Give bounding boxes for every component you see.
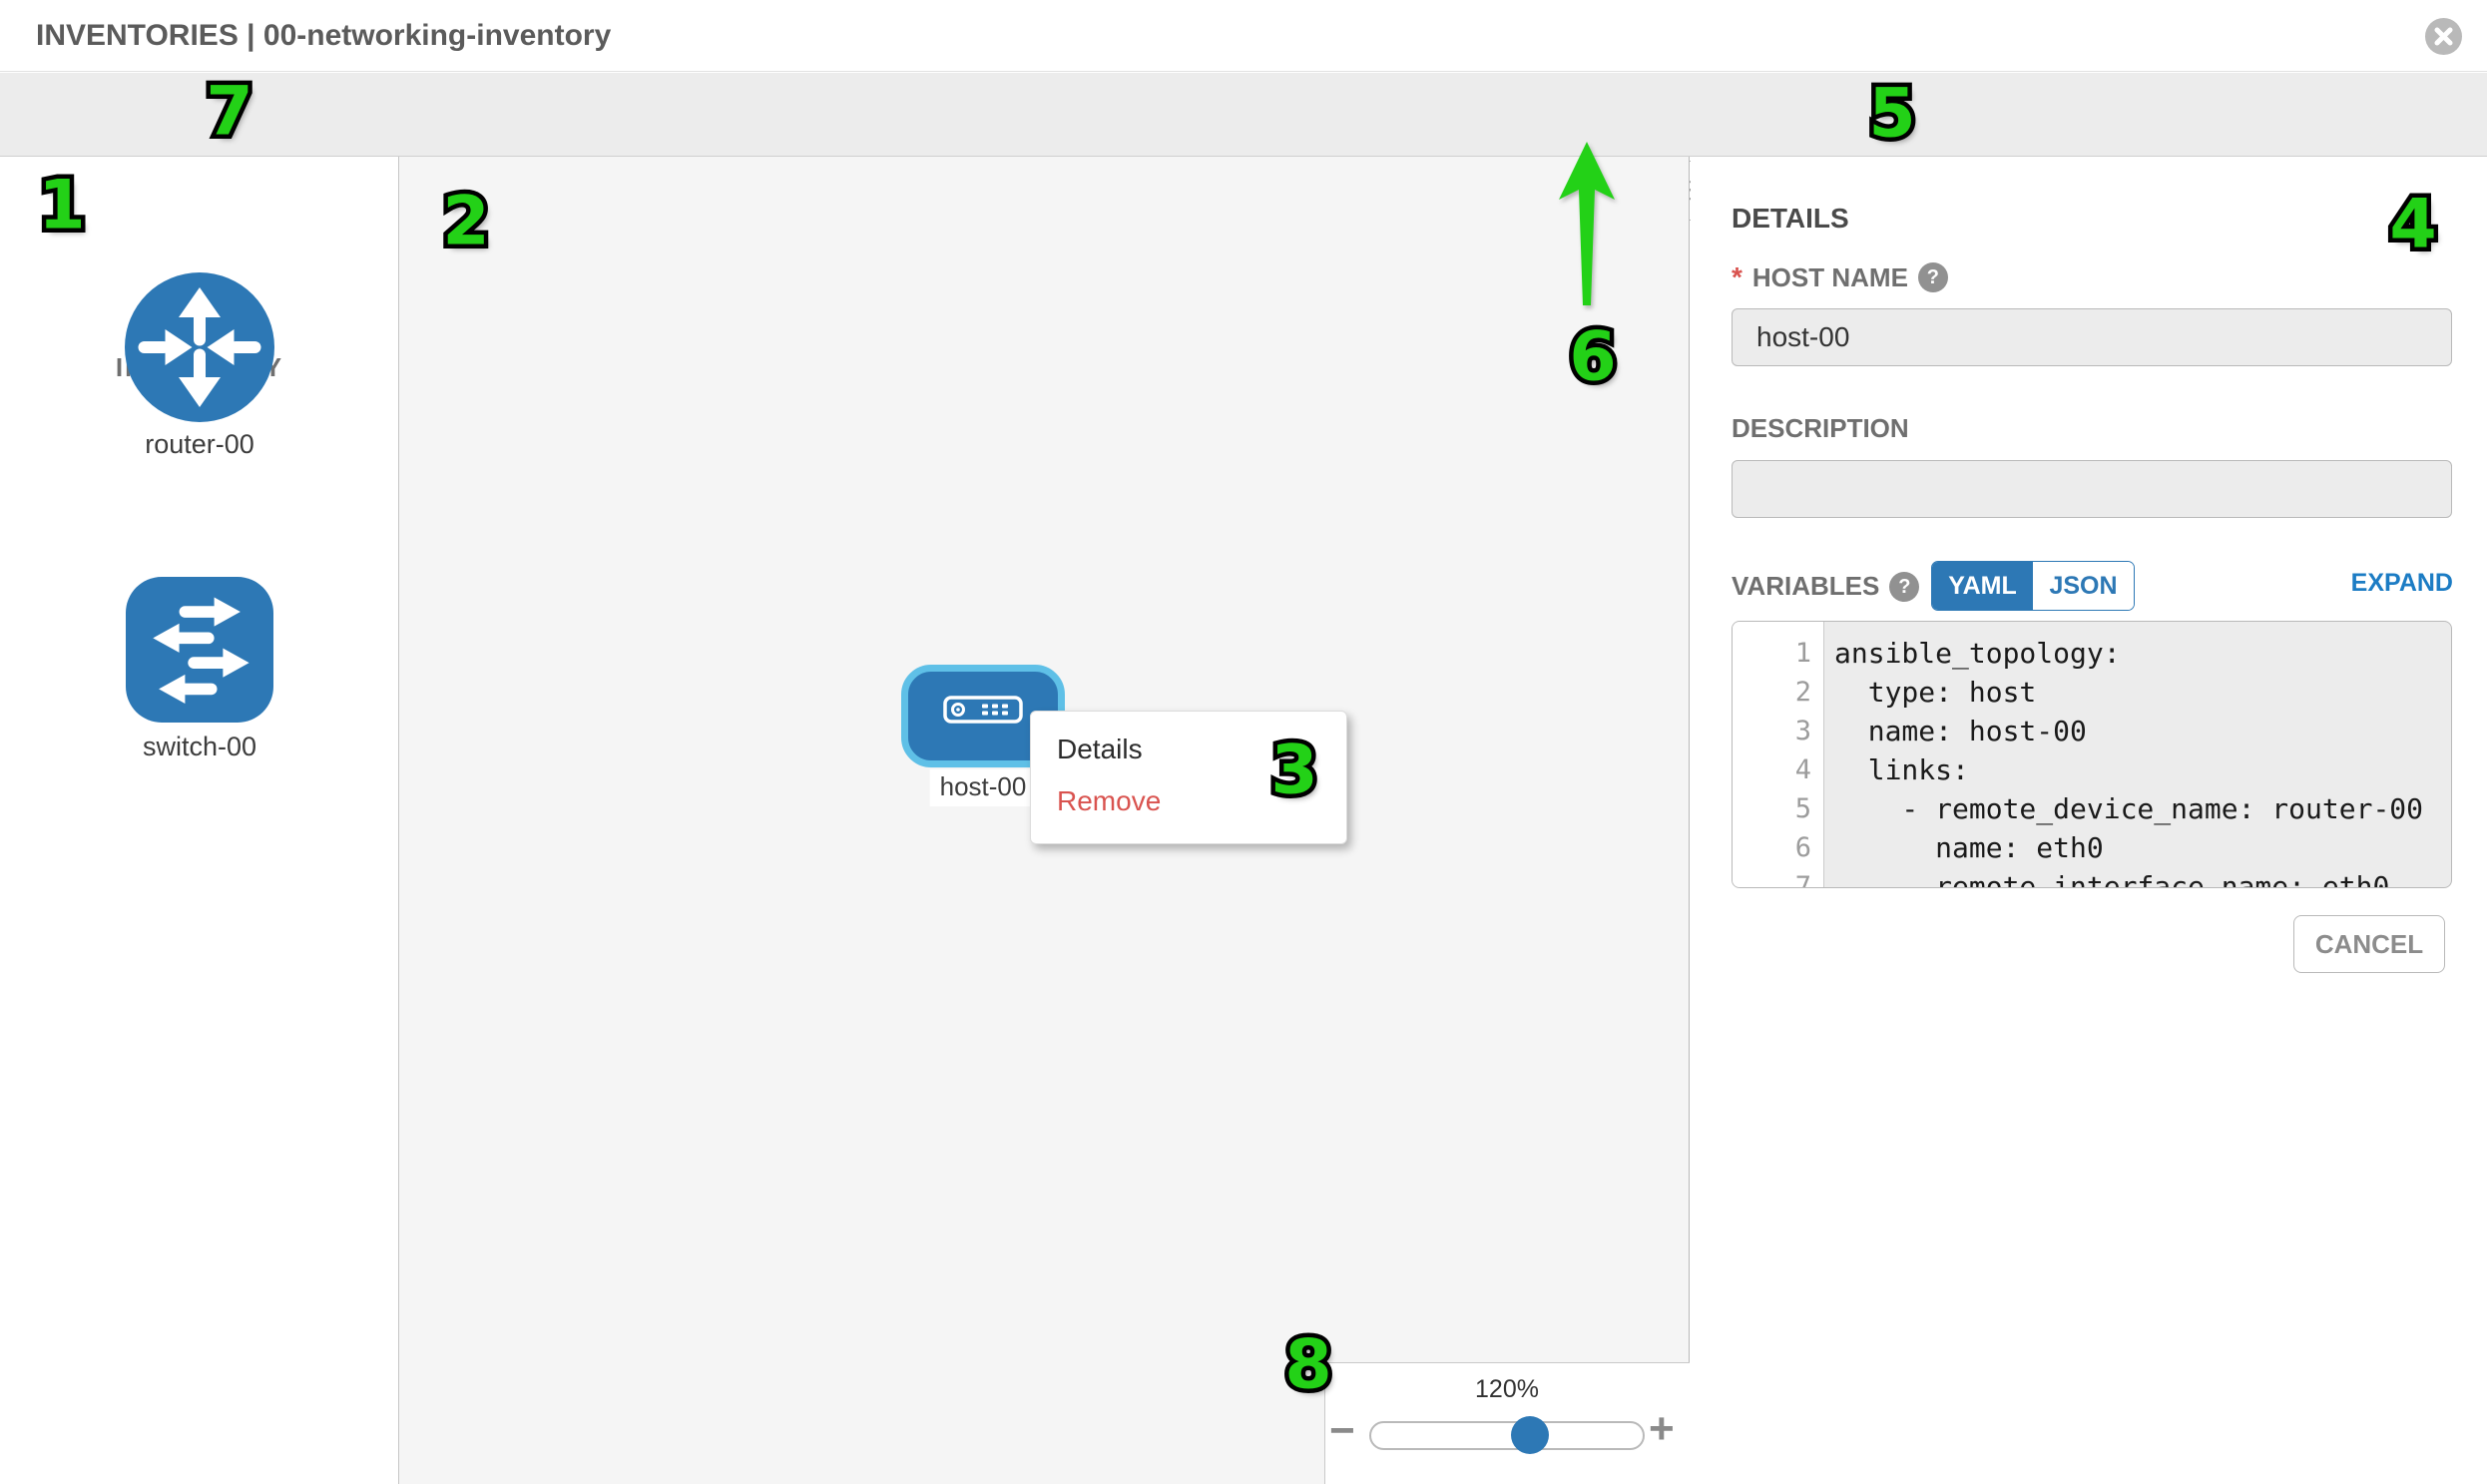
code-line: ansible_topology: (1834, 634, 2451, 673)
code-line: links: (1834, 750, 2451, 789)
variables-label-row: VARIABLES ? (1732, 571, 1919, 602)
annotation-3: 3 (1270, 732, 1317, 810)
editor-line-numbers: 1 2 3 4 5 6 7 (1733, 622, 1824, 887)
variables-label: VARIABLES (1732, 571, 1879, 602)
router-icon (125, 409, 274, 426)
line-number: 4 (1733, 750, 1811, 789)
page-header: INVENTORIES | 00-networking-inventory (0, 0, 2487, 72)
annotation-1: 1 (38, 167, 85, 246)
sidebar-item-switch[interactable] (126, 577, 273, 723)
annotation-arrow-up-icon (1549, 138, 1625, 317)
code-line: - remote_device_name: router-00 (1834, 789, 2451, 828)
sidebar-item-switch-label: switch-00 (0, 732, 399, 762)
zoom-level-value: 120% (1369, 1375, 1645, 1404)
variables-code-editor[interactable]: 1 2 3 4 5 6 7 ansible_topology: type: ho… (1732, 621, 2452, 888)
toolbar: ACTIONS (0, 73, 2487, 157)
annotation-5: 5 (1868, 75, 1915, 154)
variables-format-toggle: YAML JSON (1931, 561, 2135, 611)
line-number: 5 (1733, 789, 1811, 828)
line-number: 1 (1733, 634, 1811, 673)
details-panel-title: DETAILS (1732, 203, 1849, 235)
annotation-4: 4 (2389, 186, 2436, 264)
annotation-7: 7 (206, 73, 252, 152)
inventory-topology-page: INVENTORIES | 00-networking-inventory AC… (0, 0, 2487, 1484)
host-name-label: HOST NAME (1752, 262, 1908, 293)
annotation-8: 8 (1284, 1326, 1331, 1405)
host-name-label-row: * HOST NAME ? (1732, 261, 1948, 293)
yaml-toggle-button[interactable]: YAML (1932, 562, 2033, 610)
cancel-button[interactable]: CANCEL (2293, 915, 2445, 973)
host-node-label: host-00 (930, 769, 1037, 806)
host-name-field[interactable] (1732, 308, 2452, 366)
line-number: 6 (1733, 828, 1811, 867)
code-line: name: eth0 (1834, 828, 2451, 867)
annotation-2: 2 (442, 183, 489, 261)
switch-icon (126, 710, 273, 727)
zoom-out-button[interactable]: − (1329, 1411, 1355, 1451)
editor-code-area[interactable]: ansible_topology: type: host name: host-… (1824, 622, 2451, 887)
expand-link[interactable]: EXPAND (2305, 569, 2453, 598)
required-marker: * (1732, 261, 1742, 293)
annotation-6: 6 (1569, 318, 1616, 397)
help-icon[interactable]: ? (1918, 262, 1948, 292)
description-field[interactable] (1732, 460, 2452, 518)
close-button[interactable] (2425, 18, 2462, 55)
code-line: type: host (1834, 673, 2451, 712)
zoom-slider-thumb[interactable] (1511, 1416, 1549, 1454)
code-line: name: host-00 (1834, 712, 2451, 750)
description-label: DESCRIPTION (1732, 413, 1909, 444)
sidebar-item-router-label: router-00 (0, 429, 399, 460)
line-number: 3 (1733, 712, 1811, 750)
line-number: 2 (1733, 673, 1811, 712)
sidebar-item-router[interactable] (125, 272, 274, 422)
help-icon[interactable]: ? (1889, 572, 1919, 602)
zoom-slider-track[interactable] (1369, 1421, 1645, 1450)
page-title: INVENTORIES | 00-networking-inventory (36, 19, 611, 53)
code-line: remote_interface_name: eth0 (1834, 867, 2451, 888)
line-number: 7 (1733, 867, 1811, 888)
json-toggle-button[interactable]: JSON (2033, 562, 2134, 610)
zoom-in-button[interactable]: + (1649, 1409, 1675, 1449)
